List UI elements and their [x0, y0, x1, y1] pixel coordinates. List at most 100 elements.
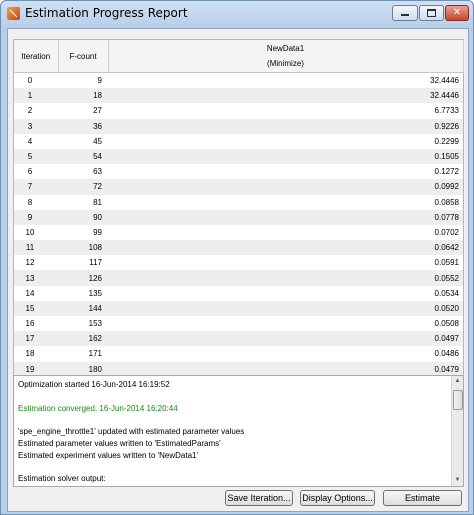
- minimize-icon: [401, 14, 409, 16]
- iteration-cell: 17: [14, 331, 58, 347]
- display-options-button[interactable]: Display Options...: [300, 490, 375, 506]
- table-row[interactable]: 18 171 0.0486: [14, 346, 463, 362]
- iteration-cell: 6: [14, 164, 58, 180]
- estimate-button[interactable]: Estimate: [383, 490, 462, 506]
- newdata-value-cell: 0.0642: [108, 240, 463, 256]
- iteration-cell: 15: [14, 300, 58, 316]
- iteration-cell: 10: [14, 224, 58, 241]
- fcount-cell: 144: [58, 300, 108, 316]
- estimation-progress-window: Estimation Progress Report ✕ Iteration F…: [0, 0, 474, 515]
- scroll-up-arrow-icon[interactable]: ▲: [452, 376, 463, 387]
- fcount-cell: 171: [58, 346, 108, 362]
- newdata-value-cell: 0.0520: [108, 300, 463, 316]
- newdata-value-cell: 0.0508: [108, 316, 463, 332]
- log-line: Estimated experiment values written to '…: [18, 450, 199, 460]
- table-row[interactable]: 2 27 6.7733: [14, 103, 463, 119]
- table-row[interactable]: 13 126 0.0552: [14, 270, 463, 286]
- iteration-cell: 16: [14, 316, 58, 332]
- iteration-cell: 13: [14, 270, 58, 286]
- window-client-area: Iteration F-count NewData1 (Minimize) 09…: [7, 28, 469, 512]
- table-row[interactable]: 6 63 0.1272: [14, 164, 463, 180]
- header-fcount: F-count: [58, 40, 109, 73]
- iteration-cell: 12: [14, 255, 58, 271]
- newdata-value-cell: 0.0552: [108, 270, 463, 286]
- newdata-value-cell: 0.0591: [108, 255, 463, 271]
- fcount-cell: 117: [58, 255, 108, 271]
- table-row[interactable]: 14 135 0.0534: [14, 285, 463, 301]
- fcount-cell: 108: [58, 240, 108, 256]
- title-bar[interactable]: Estimation Progress Report ✕: [1, 1, 473, 27]
- fcount-cell: 99: [58, 224, 108, 241]
- fcount-cell: 36: [58, 118, 108, 134]
- fcount-cell: 81: [58, 194, 108, 210]
- newdata-value-cell: 0.0778: [108, 209, 463, 225]
- table-row[interactable]: 15 144 0.0520: [14, 300, 463, 316]
- fcount-cell: 126: [58, 270, 108, 286]
- newdata-value-cell: 0.9226: [108, 118, 463, 134]
- header-newdata: NewData1 (Minimize): [108, 40, 464, 73]
- iteration-table[interactable]: Iteration F-count NewData1 (Minimize) 09…: [13, 39, 464, 377]
- fcount-cell: 45: [58, 133, 108, 149]
- iteration-cell: 8: [14, 194, 58, 210]
- iteration-cell: 9: [14, 209, 58, 225]
- iteration-cell: 11: [14, 240, 58, 256]
- scrollbar-thumb[interactable]: [453, 390, 463, 410]
- newdata-value-cell: 32.4446: [108, 72, 463, 89]
- close-button[interactable]: ✕: [445, 5, 469, 21]
- log-line: 'spe_engine_throttle1' updated with esti…: [18, 427, 245, 437]
- newdata-value-cell: 0.0702: [108, 224, 463, 241]
- fcount-cell: 63: [58, 164, 108, 180]
- newdata-value-cell: 0.2299: [108, 133, 463, 149]
- log-line: Optimization started 16-Jun-2014 16:19:5…: [18, 380, 170, 389]
- log-scrollbar[interactable]: ▲ ▼: [451, 376, 463, 486]
- table-row[interactable]: 3 36 0.9226: [14, 118, 463, 134]
- fcount-cell: 162: [58, 331, 108, 347]
- close-icon: ✕: [452, 7, 462, 18]
- table-row[interactable]: 4 45 0.2299: [14, 133, 463, 149]
- table-row[interactable]: 17 162 0.0497: [14, 331, 463, 347]
- iteration-cell: 18: [14, 346, 58, 362]
- iteration-cell: 14: [14, 285, 58, 301]
- iteration-cell: 3: [14, 118, 58, 134]
- fcount-cell: 135: [58, 285, 108, 301]
- header-newdata-title: NewData1: [266, 44, 305, 53]
- iteration-cell: 5: [14, 148, 58, 165]
- table-row[interactable]: 12 117 0.0591: [14, 255, 463, 271]
- table-row[interactable]: 16 153 0.0508: [14, 316, 463, 332]
- estimation-log[interactable]: Optimization started 16-Jun-2014 16:19:5…: [13, 375, 464, 487]
- iteration-cell: 0: [14, 72, 58, 89]
- iteration-cell: 7: [14, 179, 58, 195]
- header-newdata-subtitle: (Minimize): [267, 59, 304, 68]
- maximize-icon: [427, 9, 436, 17]
- iteration-cell: 2: [14, 103, 58, 119]
- newdata-value-cell: 0.1272: [108, 164, 463, 180]
- iteration-cell: 1: [14, 88, 58, 104]
- table-row[interactable]: 7 72 0.0992: [14, 179, 463, 195]
- table-row[interactable]: 1 18 32.4446: [14, 88, 463, 104]
- table-header-row: Iteration F-count NewData1 (Minimize): [14, 40, 464, 73]
- table-row[interactable]: 0 9 32.4446: [14, 72, 463, 89]
- newdata-value-cell: 0.0992: [108, 179, 463, 195]
- table-row[interactable]: 5 54 0.1505: [14, 148, 463, 165]
- minimize-button[interactable]: [392, 5, 418, 21]
- table-row[interactable]: 11 108 0.0642: [14, 240, 463, 256]
- fcount-cell: 54: [58, 148, 108, 165]
- table-row[interactable]: 9 90 0.0778: [14, 209, 463, 225]
- newdata-value-cell: 0.0534: [108, 285, 463, 301]
- newdata-value-cell: 0.0486: [108, 346, 463, 362]
- matlab-app-icon: [7, 7, 20, 20]
- log-line: Estimation solver output:: [18, 474, 106, 484]
- fcount-cell: 72: [58, 179, 108, 195]
- scroll-down-arrow-icon[interactable]: ▼: [452, 475, 463, 486]
- header-iteration: Iteration: [14, 40, 59, 73]
- fcount-cell: 90: [58, 209, 108, 225]
- table-row[interactable]: 8 81 0.0858: [14, 194, 463, 210]
- fcount-cell: 9: [58, 72, 108, 89]
- save-iteration-button[interactable]: Save Iteration...: [225, 490, 293, 506]
- table-body: 0 9 32.4446 1 18 32.4446 2 27 6.7733 3 36 0.9226 4 45…: [14, 72, 463, 377]
- table-row[interactable]: 10 99 0.0702: [14, 224, 463, 241]
- iteration-cell: 4: [14, 133, 58, 149]
- fcount-cell: 18: [58, 88, 108, 104]
- maximize-button[interactable]: [419, 5, 444, 21]
- fcount-cell: 27: [58, 103, 108, 119]
